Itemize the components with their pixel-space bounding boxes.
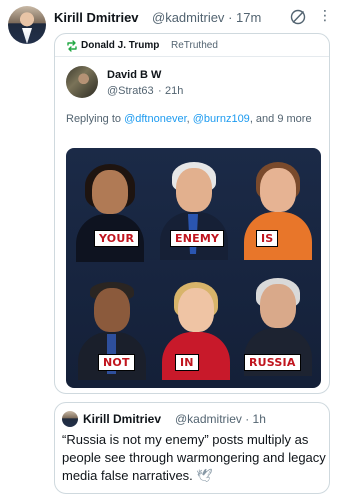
meme-word: IN <box>175 354 199 371</box>
divider <box>55 56 329 57</box>
author-avatar[interactable] <box>8 6 46 44</box>
retruth-author[interactable]: Donald J. Trump <box>81 40 159 51</box>
quote-author-name[interactable]: Kirill Dmitriev <box>83 412 161 426</box>
reply-prefix: Replying to <box>66 113 125 125</box>
inner-author-avatar[interactable] <box>66 66 98 98</box>
meme-word: NOT <box>98 354 135 371</box>
quote-body: “Russia is not my enemy” posts multiply … <box>62 432 326 483</box>
meme-word: IS <box>256 230 279 247</box>
quote-text: “Russia is not my enemy” posts multiply … <box>62 431 328 485</box>
inner-separator: · <box>158 85 162 97</box>
truth-social-slash-icon[interactable] <box>290 9 306 25</box>
quote-post-time: · 1h <box>245 412 266 426</box>
meme-image[interactable]: YOUR ENEMY IS NOT IN RUSSIA <box>66 148 321 388</box>
quote-author-handle[interactable]: @kadmitriev <box>175 412 242 426</box>
reply-suffix: , and 9 more <box>249 113 312 125</box>
inner-author-handle[interactable]: @Strat63 <box>107 85 154 97</box>
retruth-icon <box>67 40 77 52</box>
more-options-icon[interactable]: ⋮ <box>318 8 332 22</box>
dove-emoji-icon: 🕊 <box>196 468 213 483</box>
retruth-label: ReTruthed <box>171 40 218 51</box>
meme-word: YOUR <box>94 230 140 247</box>
post-time: · 17m <box>228 10 262 25</box>
author-handle-and-time[interactable]: @kadmitriev · 17m <box>152 10 261 25</box>
inner-author-name[interactable]: David B W <box>107 69 161 81</box>
quote-handle-and-time[interactable]: @kadmitriev · 1h <box>175 412 266 426</box>
author-name[interactable]: Kirill Dmitriev <box>54 10 139 25</box>
inner-post-time: 21h <box>165 85 184 97</box>
reply-user-link[interactable]: @burnz109 <box>193 113 250 125</box>
meme-word: ENEMY <box>170 230 225 247</box>
reply-user-link[interactable]: @dftnonever <box>124 113 187 125</box>
meme-word: RUSSIA <box>244 354 301 371</box>
quote-author-avatar[interactable] <box>62 411 78 427</box>
replying-to: Replying to @dftnonever, @burnz109, and … <box>66 112 324 127</box>
author-handle[interactable]: @kadmitriev <box>152 10 224 25</box>
